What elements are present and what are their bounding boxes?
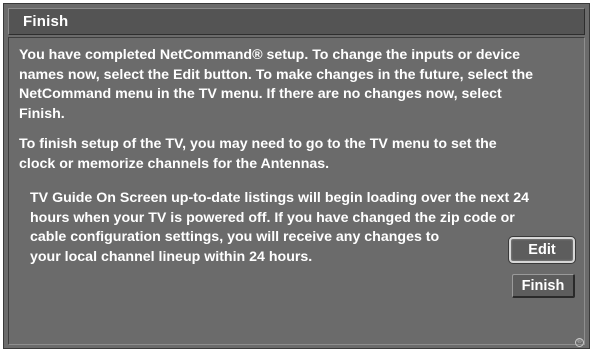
registered-mark-icon: ®	[575, 338, 584, 347]
dialog-title: Finish	[23, 13, 69, 30]
setup-dialog: Finish You have completed NetCommand® se…	[3, 3, 590, 349]
edit-button[interactable]: Edit	[509, 237, 575, 263]
title-bar: Finish	[8, 8, 585, 35]
finish-button[interactable]: Finish	[512, 274, 575, 298]
tv-setup-message: To finish setup of the TV, you may need …	[19, 136, 497, 172]
tv-guide-message: TV Guide On Screen up-to-date listings w…	[30, 190, 529, 265]
content-panel: You have completed NetCommand® setup. To…	[8, 37, 585, 345]
completion-message: You have completed NetCommand® setup. To…	[19, 47, 533, 122]
